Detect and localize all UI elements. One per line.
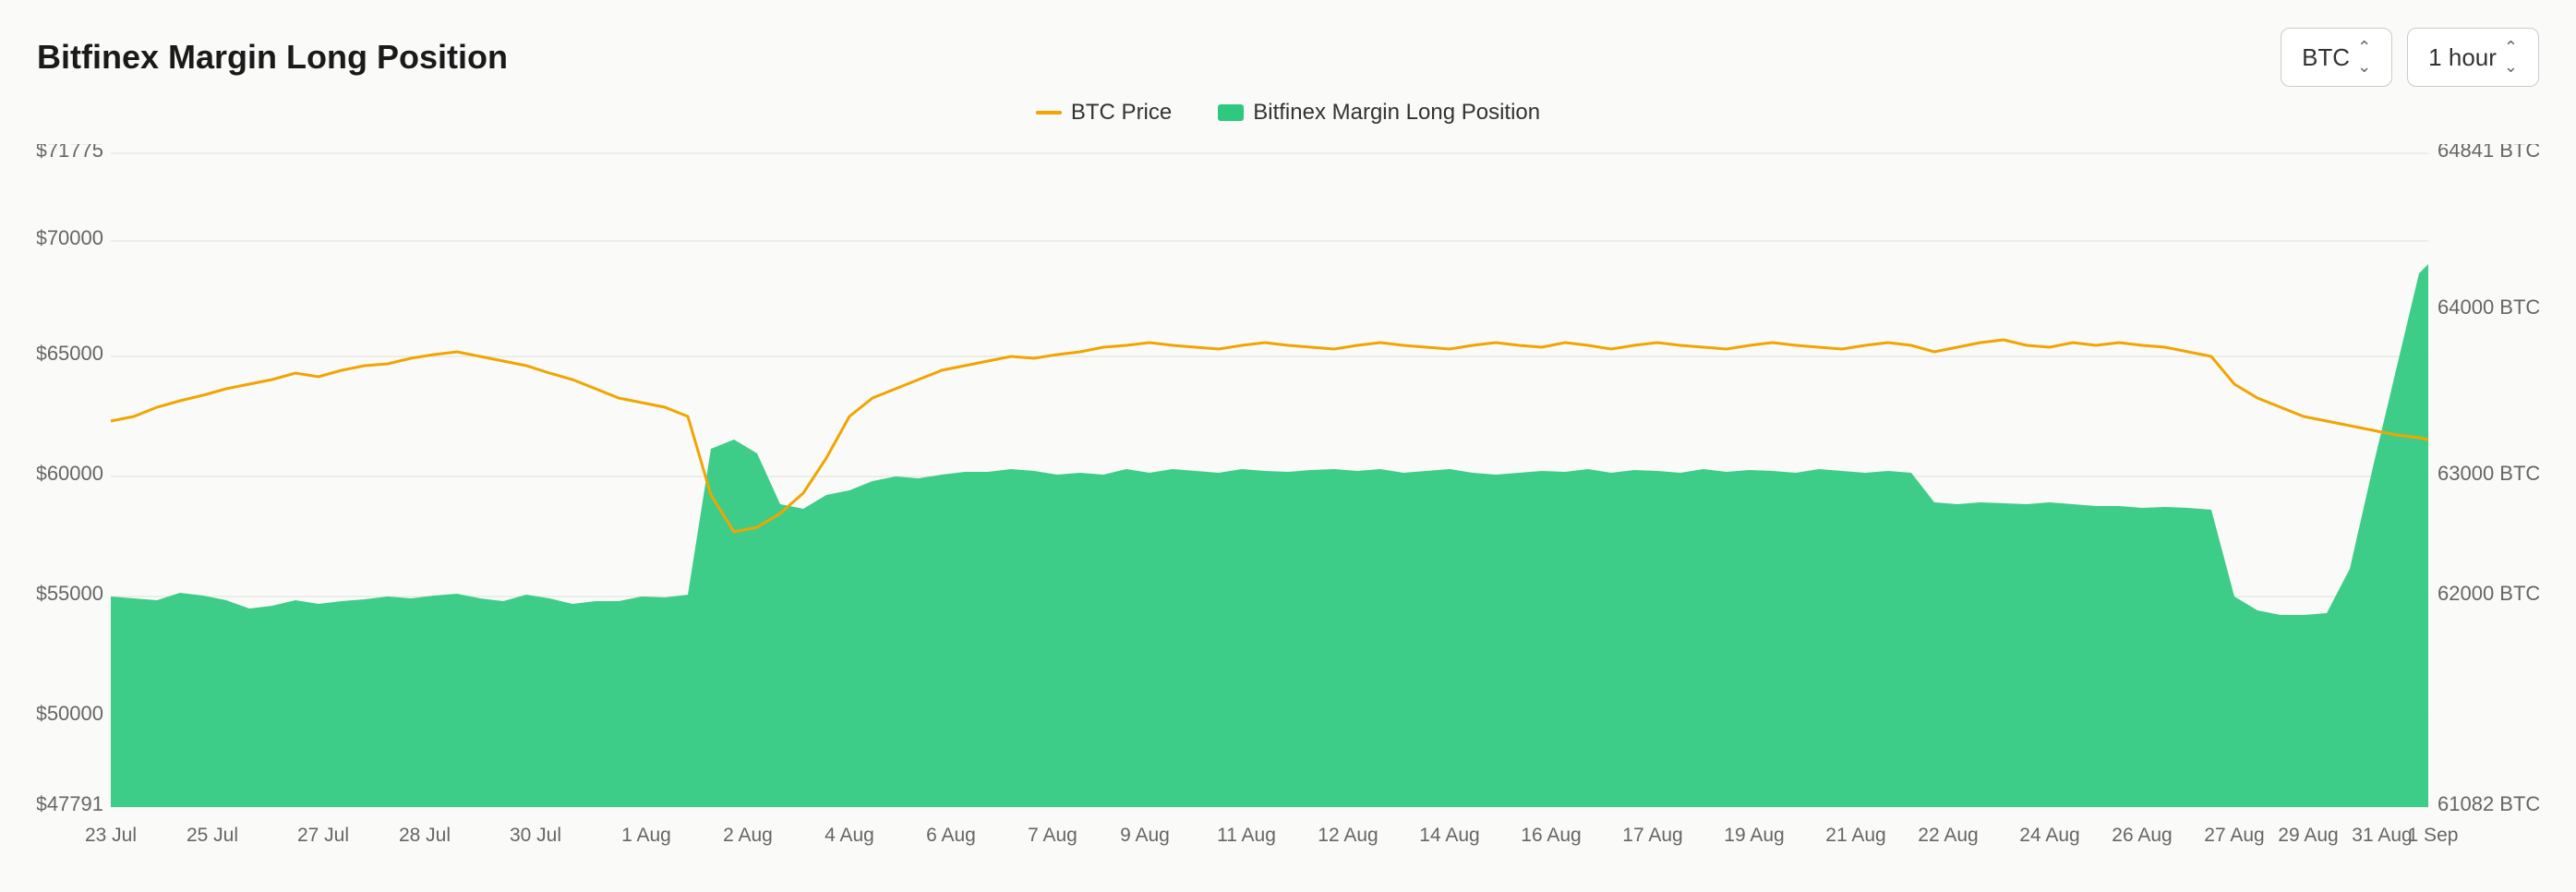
svg-text:11 Aug: 11 Aug [1217, 825, 1276, 846]
controls: BTC ⌃⌄ 1 hour ⌃⌄ [2281, 28, 2539, 87]
svg-text:$47791: $47791 [37, 792, 103, 815]
svg-text:6 Aug: 6 Aug [926, 825, 976, 846]
svg-text:22 Aug: 22 Aug [1918, 825, 1978, 846]
chart-title: Bitfinex Margin Long Position [37, 38, 508, 77]
chart-container: Bitfinex Margin Long Position BTC ⌃⌄ 1 h… [0, 0, 2576, 892]
legend-label-margin: Bitfinex Margin Long Position [1253, 100, 1540, 126]
legend-dot-btc [1036, 111, 1062, 115]
svg-text:4 Aug: 4 Aug [825, 825, 874, 846]
main-chart-svg: $71775 $70000 $65000 $60000 $55000 $5000… [37, 144, 2539, 864]
svg-text:31 Aug: 31 Aug [2352, 825, 2412, 846]
svg-text:27 Jul: 27 Jul [297, 825, 349, 846]
svg-text:27 Aug: 27 Aug [2204, 825, 2264, 846]
svg-text:$65000: $65000 [37, 342, 103, 365]
svg-text:28 Jul: 28 Jul [399, 825, 451, 846]
legend-label-btc: BTC Price [1071, 100, 1172, 126]
svg-text:26 Aug: 26 Aug [2112, 825, 2172, 846]
svg-text:1 Sep: 1 Sep [2408, 825, 2459, 846]
legend-dot-margin [1218, 104, 1244, 121]
currency-selector[interactable]: BTC ⌃⌄ [2281, 28, 2392, 87]
svg-text:64841 BTC: 64841 BTC [2438, 144, 2539, 162]
time-selector[interactable]: 1 hour ⌃⌄ [2407, 28, 2539, 87]
legend-item-margin: Bitfinex Margin Long Position [1218, 100, 1540, 126]
svg-text:16 Aug: 16 Aug [1521, 825, 1581, 846]
svg-text:$60000: $60000 [37, 462, 103, 485]
svg-text:61082 BTC: 61082 BTC [2438, 792, 2539, 815]
svg-text:14 Aug: 14 Aug [1419, 825, 1479, 846]
time-chevron-icon: ⌃⌄ [2504, 38, 2518, 77]
svg-text:24 Aug: 24 Aug [2019, 825, 2079, 846]
svg-text:17 Aug: 17 Aug [1622, 825, 1682, 846]
chart-area: $71775 $70000 $65000 $60000 $55000 $5000… [37, 144, 2539, 864]
svg-text:7 Aug: 7 Aug [1028, 825, 1077, 846]
margin-long-area [111, 264, 2428, 807]
svg-text:19 Aug: 19 Aug [1724, 825, 1784, 846]
header-row: Bitfinex Margin Long Position BTC ⌃⌄ 1 h… [37, 28, 2539, 87]
svg-text:63000 BTC: 63000 BTC [2438, 462, 2539, 485]
svg-text:2 Aug: 2 Aug [723, 825, 773, 846]
svg-text:29 Aug: 29 Aug [2278, 825, 2338, 846]
legend-item-btc: BTC Price [1036, 100, 1172, 126]
time-label: 1 hour [2428, 43, 2497, 72]
currency-label: BTC [2302, 43, 2350, 72]
svg-text:1 Aug: 1 Aug [621, 825, 671, 846]
svg-text:25 Jul: 25 Jul [187, 825, 238, 846]
svg-text:64000 BTC: 64000 BTC [2438, 295, 2539, 319]
svg-text:9 Aug: 9 Aug [1120, 825, 1170, 846]
svg-text:23 Jul: 23 Jul [85, 825, 137, 846]
legend: BTC Price Bitfinex Margin Long Position [37, 100, 2539, 126]
svg-text:30 Jul: 30 Jul [510, 825, 561, 846]
svg-text:21 Aug: 21 Aug [1825, 825, 1885, 846]
svg-text:$50000: $50000 [37, 702, 103, 725]
svg-text:62000 BTC: 62000 BTC [2438, 582, 2539, 605]
svg-text:$70000: $70000 [37, 226, 103, 249]
svg-text:$55000: $55000 [37, 582, 103, 605]
svg-text:$71775: $71775 [37, 144, 103, 162]
currency-chevron-icon: ⌃⌄ [2357, 38, 2371, 77]
svg-text:12 Aug: 12 Aug [1318, 825, 1378, 846]
